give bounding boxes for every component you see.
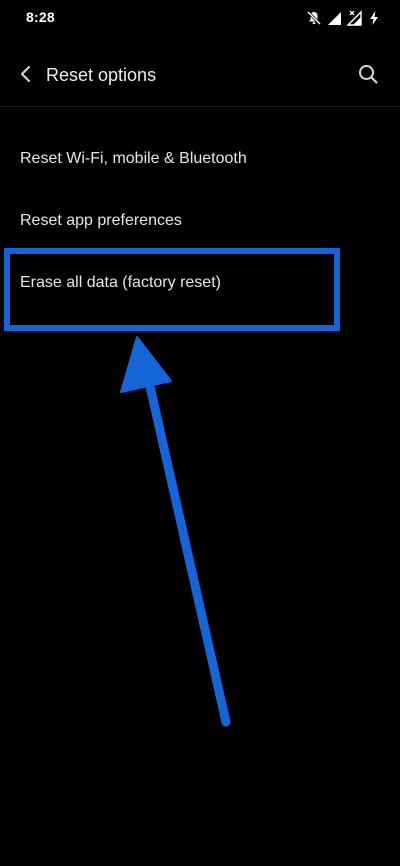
menu-item-label: Reset app preferences xyxy=(20,212,182,229)
menu-item-factory-reset[interactable]: Erase all data (factory reset) xyxy=(0,252,400,314)
arrow-shaft xyxy=(144,377,231,727)
search-button[interactable] xyxy=(354,62,382,90)
chevron-left-icon xyxy=(19,65,33,88)
menu-item-reset-app-preferences[interactable]: Reset app preferences xyxy=(0,190,400,252)
status-time: 8:28 xyxy=(26,9,55,25)
back-button[interactable] xyxy=(12,62,40,90)
arrow-head xyxy=(120,336,172,393)
charging-icon xyxy=(366,10,382,26)
page-title: Reset options xyxy=(46,65,157,85)
status-icons xyxy=(306,9,382,27)
search-icon xyxy=(357,63,379,90)
bell-muted-icon xyxy=(306,10,322,26)
menu-item-label: Erase all data (factory reset) xyxy=(20,274,221,291)
menu-item-label: Reset Wi-Fi, mobile & Bluetooth xyxy=(20,150,247,167)
signal-icon xyxy=(326,10,342,26)
app-bar: Reset options xyxy=(0,46,400,107)
menu-item-reset-network[interactable]: Reset Wi-Fi, mobile & Bluetooth xyxy=(0,128,400,190)
status-bar: 8:28 xyxy=(0,0,400,36)
signal-no-data-icon xyxy=(346,10,362,26)
